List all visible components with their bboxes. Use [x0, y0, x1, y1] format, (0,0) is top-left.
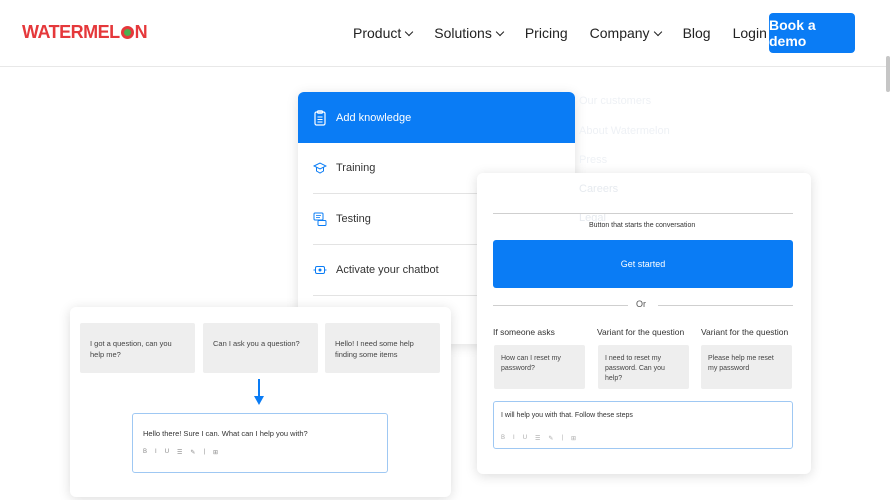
- nav-label: Solutions: [434, 25, 492, 41]
- or-label: Or: [636, 299, 646, 309]
- underline-icon[interactable]: U: [165, 449, 169, 456]
- link-icon[interactable]: ✎: [548, 435, 553, 442]
- book-demo-button[interactable]: Book a demo: [769, 13, 855, 53]
- answer-text: Hello there! Sure I can. What can I help…: [143, 429, 308, 438]
- list-icon[interactable]: ☰: [535, 435, 540, 442]
- logo-text-tail: N: [134, 22, 148, 42]
- nav-company[interactable]: Company: [589, 25, 662, 41]
- italic-icon[interactable]: I: [155, 449, 157, 456]
- chevron-down-icon: [405, 27, 414, 36]
- company-menu-about[interactable]: About Watermelon: [579, 125, 670, 137]
- list-icon[interactable]: ☰: [177, 449, 182, 456]
- company-menu-press[interactable]: Press: [579, 154, 607, 166]
- separator: |: [203, 449, 206, 455]
- nav-solutions[interactable]: Solutions: [434, 25, 505, 41]
- activate-icon: [313, 262, 327, 278]
- scrollbar-thumb[interactable]: [886, 56, 890, 92]
- chevron-down-icon: [495, 27, 505, 36]
- divider: [493, 213, 793, 214]
- step-label: Add knowledge: [336, 111, 412, 124]
- chevron-down-icon: [653, 27, 662, 36]
- question-variant-box[interactable]: Please help me reset my password: [701, 345, 792, 389]
- divider: [658, 305, 793, 306]
- question-bubble[interactable]: Hello! I need some help finding some ite…: [325, 323, 440, 373]
- separator: |: [561, 435, 564, 441]
- company-menu-our-customers[interactable]: Our customers: [579, 95, 651, 107]
- logo-watermelon-icon: [120, 26, 134, 39]
- site-header: WATERMEL N Product Solutions Pricing Comp…: [0, 0, 890, 67]
- bold-icon[interactable]: B: [143, 449, 147, 456]
- nav-label: Blog: [682, 25, 711, 41]
- nav-blog[interactable]: Blog: [683, 25, 711, 41]
- main-nav: Product Solutions Pricing Company Blog L…: [353, 25, 808, 41]
- answer-editor[interactable]: I will help you with that. Follow these …: [493, 401, 793, 449]
- media-icon[interactable]: ⊞: [571, 435, 576, 442]
- step-label: Training: [336, 162, 376, 174]
- page: WATERMEL N Product Solutions Pricing Comp…: [0, 0, 890, 500]
- button-builder-card: Careers Legal Button that starts the con…: [477, 173, 811, 474]
- graduation-cap-icon: [313, 160, 327, 176]
- step-label: Testing: [336, 213, 371, 225]
- nav-label: Company: [589, 25, 650, 41]
- clipboard-icon: [313, 109, 327, 126]
- nav-label: Pricing: [524, 25, 568, 41]
- get-started-button[interactable]: Get started: [493, 240, 793, 288]
- editor-toolbar: B I U ☰ ✎ | ⊞: [501, 435, 584, 442]
- link-icon[interactable]: ✎: [190, 449, 195, 456]
- watermelon-logo[interactable]: WATERMEL N: [22, 22, 148, 43]
- question-variant-box[interactable]: I need to reset my password. Can you hel…: [598, 345, 689, 389]
- conversation-card: I got a question, can you help me? Can I…: [70, 307, 451, 497]
- answer-editor[interactable]: Hello there! Sure I can. What can I help…: [132, 413, 388, 473]
- column-label: If someone asks: [493, 327, 555, 337]
- step-label: Activate your chatbot: [336, 264, 439, 276]
- column-label: Variant for the question: [701, 327, 789, 337]
- question-bubble[interactable]: Can I ask you a question?: [203, 323, 318, 373]
- nav-pricing[interactable]: Pricing: [525, 25, 568, 41]
- button-caption: Button that starts the conversation: [589, 222, 696, 229]
- question-bubble[interactable]: I got a question, can you help me?: [80, 323, 195, 373]
- logo-text: WATERMEL: [22, 22, 120, 42]
- answer-text: I will help you with that. Follow these …: [501, 412, 633, 419]
- divider: [493, 305, 628, 306]
- company-menu-careers[interactable]: Careers: [579, 183, 618, 195]
- nav-label: Product: [353, 25, 402, 41]
- column-label: Variant for the question: [597, 327, 685, 337]
- media-icon[interactable]: ⊞: [213, 449, 218, 456]
- nav-product[interactable]: Product: [353, 25, 414, 41]
- italic-icon[interactable]: I: [513, 435, 515, 442]
- chat-test-icon: [313, 211, 327, 227]
- arrow-down-icon: [254, 379, 264, 406]
- login-label: Login: [732, 25, 767, 41]
- step-add-knowledge[interactable]: Add knowledge: [298, 92, 575, 143]
- editor-toolbar: B I U ☰ ✎ | ⊞: [143, 449, 226, 456]
- underline-icon[interactable]: U: [523, 435, 527, 442]
- bold-icon[interactable]: B: [501, 435, 505, 442]
- question-box[interactable]: How can I reset my password?: [494, 345, 585, 389]
